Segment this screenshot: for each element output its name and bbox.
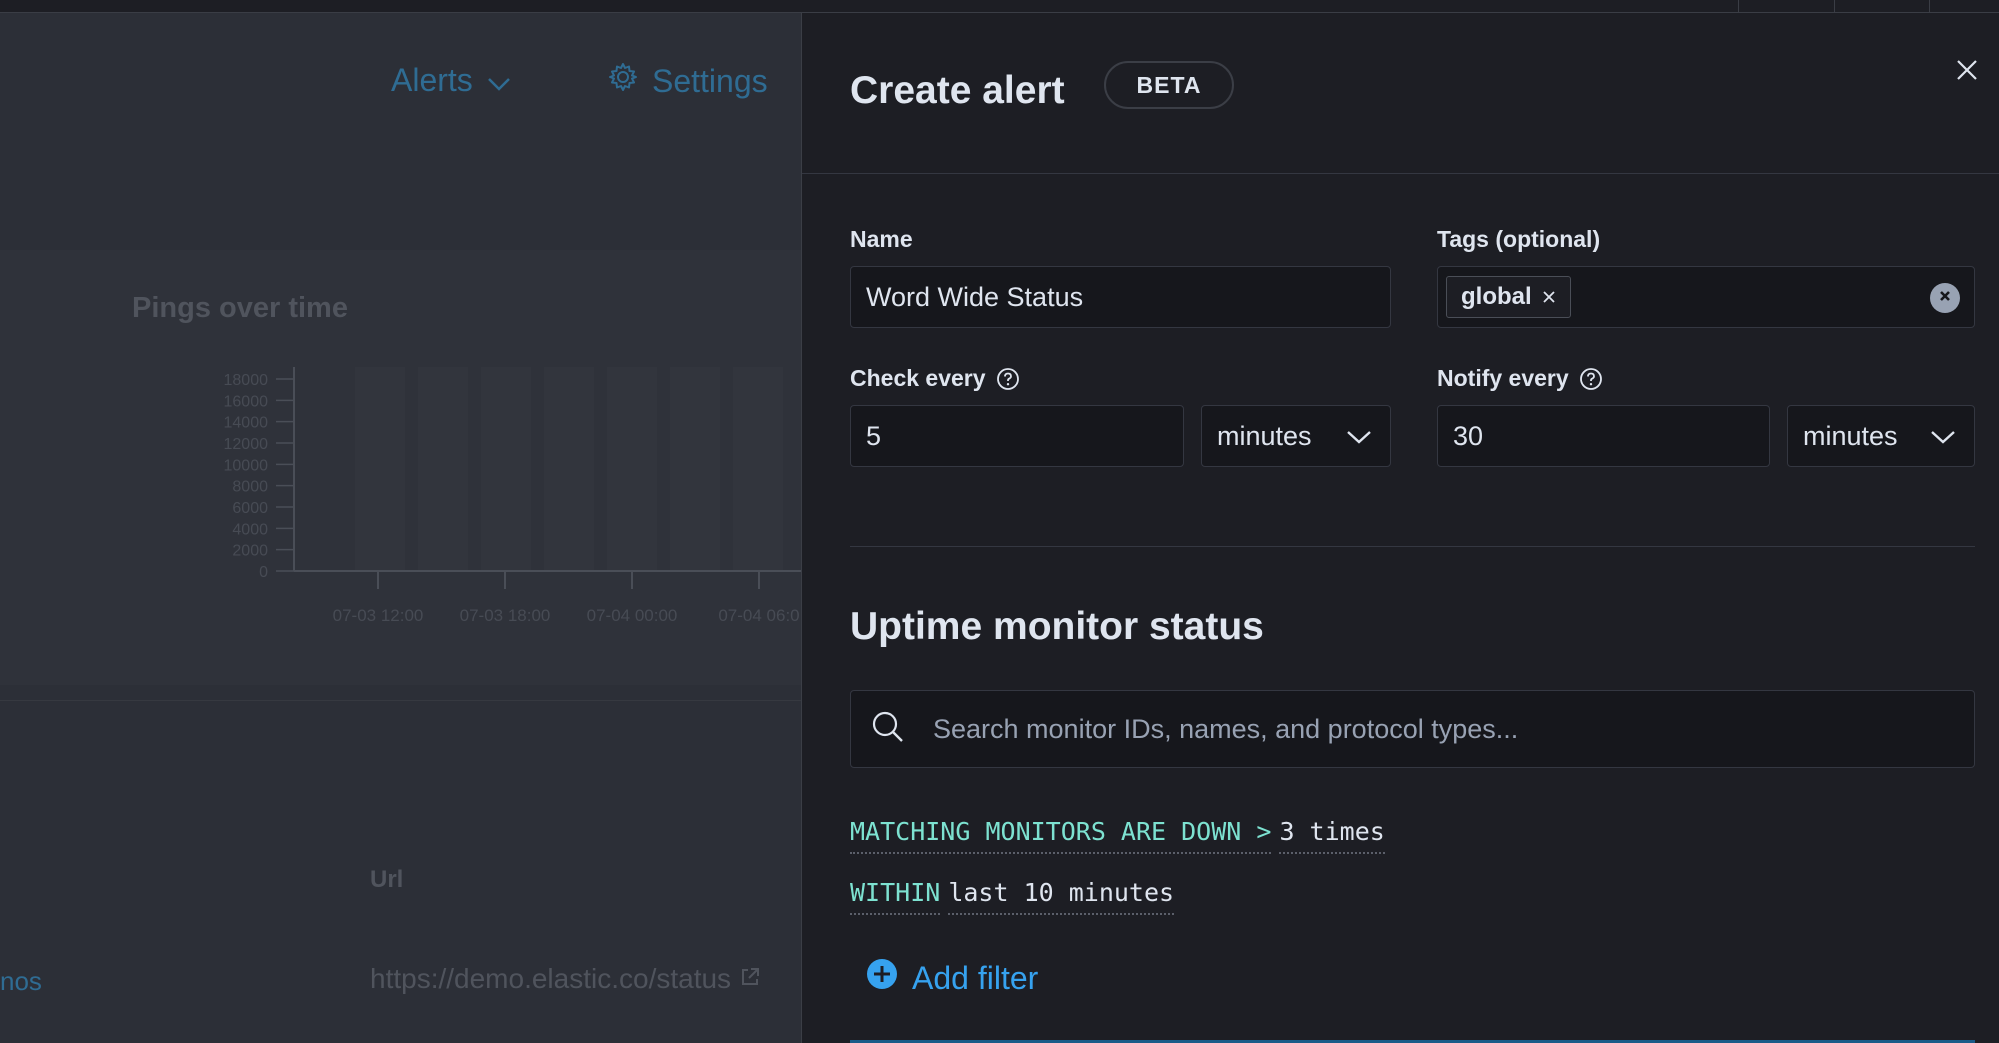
expression-value: 3 times bbox=[1279, 817, 1385, 854]
notify-every-label-text: Notify every bbox=[1437, 365, 1569, 391]
monitor-search-input[interactable] bbox=[931, 712, 1931, 746]
y-tick-label: 18000 bbox=[224, 372, 269, 389]
chart-title: Pings over time bbox=[132, 292, 348, 324]
top-bar bbox=[0, 0, 1999, 13]
create-alert-flyout: Create alert BETA Name Word Wide Status … bbox=[801, 13, 1999, 1043]
top-bar-separator bbox=[1929, 0, 1930, 13]
monitor-search-bar[interactable] bbox=[850, 690, 1975, 768]
check-every-input[interactable]: 5 bbox=[850, 405, 1184, 467]
expression-value: last 10 minutes bbox=[948, 878, 1175, 915]
add-filter-label: Add filter bbox=[912, 959, 1039, 996]
remove-tag-icon[interactable] bbox=[1542, 283, 1556, 311]
name-label-text: Name bbox=[850, 226, 913, 252]
y-tick-label: 12000 bbox=[224, 436, 269, 453]
tags-combobox[interactable]: global bbox=[1437, 266, 1975, 328]
x-tick-label: 07-04 06:0 bbox=[718, 606, 799, 625]
settings-link: Settings bbox=[608, 62, 768, 100]
chevron-down-icon bbox=[487, 62, 511, 99]
x-tick-label: 07-03 12:00 bbox=[333, 606, 424, 625]
name-input-value: Word Wide Status bbox=[866, 281, 1084, 312]
background-divider bbox=[0, 700, 801, 701]
close-icon bbox=[1955, 58, 1979, 87]
top-bar-separator bbox=[1738, 0, 1739, 13]
name-input[interactable]: Word Wide Status bbox=[850, 266, 1391, 328]
y-tick-label: 10000 bbox=[224, 457, 269, 474]
add-filter-button[interactable]: Add filter bbox=[866, 958, 1038, 998]
search-icon bbox=[871, 710, 905, 749]
table-header-url: Url bbox=[370, 866, 404, 893]
chevron-down-icon bbox=[1346, 421, 1372, 452]
check-every-unit-select[interactable]: minutes bbox=[1201, 405, 1391, 467]
x-tick-label: 07-04 00:00 bbox=[587, 606, 678, 625]
y-tick-label: 2000 bbox=[232, 543, 268, 560]
check-every-unit-value: minutes bbox=[1217, 420, 1312, 451]
notify-every-unit-select[interactable]: minutes bbox=[1787, 405, 1975, 467]
alerts-menu: Alerts bbox=[391, 62, 511, 99]
chart-bar bbox=[544, 367, 594, 571]
url-link-text: https://demo.elastic.co/status bbox=[370, 963, 732, 994]
y-tick-label: 16000 bbox=[224, 393, 269, 410]
table-cell-name: nos bbox=[0, 966, 42, 996]
x-tick-label: 07-03 18:00 bbox=[460, 606, 551, 625]
chart-bar bbox=[607, 367, 657, 571]
y-tick-label: 0 bbox=[259, 564, 268, 581]
settings-link-label: Settings bbox=[652, 62, 768, 99]
chart-bars bbox=[355, 367, 783, 571]
chart-y-axis: 18000 16000 14000 12000 10000 8000 6000 4000 200… bbox=[224, 367, 295, 581]
chart-bar bbox=[355, 367, 405, 571]
y-tick-label: 8000 bbox=[232, 479, 268, 496]
table-cell-url: https://demo.elastic.co/status bbox=[370, 963, 761, 995]
check-every-label-text: Check every bbox=[850, 365, 986, 391]
top-bar-separator bbox=[1834, 0, 1835, 13]
chart-bar bbox=[481, 367, 531, 571]
down-count-expression[interactable]: MATCHING MONITORS ARE DOWN > 3 times bbox=[850, 817, 1385, 854]
y-tick-label: 6000 bbox=[232, 500, 268, 517]
tag-pill-label: global bbox=[1461, 283, 1532, 310]
clear-icon bbox=[1938, 289, 1952, 308]
flyout-header: Create alert BETA bbox=[802, 13, 1999, 174]
expression-keyword: WITHIN bbox=[850, 878, 941, 915]
time-range-expression[interactable]: WITHIN last 10 minutes bbox=[850, 878, 1175, 915]
pings-chart: 18000 16000 14000 12000 10000 8000 6000 4000 200… bbox=[224, 367, 801, 625]
alerts-menu-label: Alerts bbox=[391, 62, 473, 98]
y-tick-label: 14000 bbox=[224, 415, 269, 432]
check-every-label: Check every bbox=[850, 365, 1020, 392]
check-every-value: 5 bbox=[866, 420, 882, 451]
clear-tags-button[interactable] bbox=[1930, 283, 1960, 313]
tags-label: Tags (optional) bbox=[1437, 226, 1600, 253]
notify-every-input[interactable]: 30 bbox=[1437, 405, 1770, 467]
name-label: Name bbox=[850, 226, 913, 253]
tags-label-text: Tags (optional) bbox=[1437, 226, 1601, 252]
help-icon[interactable] bbox=[996, 367, 1020, 391]
notify-every-value: 30 bbox=[1453, 420, 1484, 451]
chevron-down-icon bbox=[1930, 421, 1956, 452]
plus-circle-icon bbox=[866, 958, 898, 998]
beta-badge: BETA bbox=[1104, 61, 1234, 109]
section-divider bbox=[850, 546, 1975, 547]
external-link-icon bbox=[739, 963, 761, 995]
tag-pill: global bbox=[1446, 276, 1571, 318]
close-button[interactable] bbox=[1952, 57, 1982, 87]
chart-x-axis: 07-03 12:00 07-03 18:00 07-04 00:00 07-04 0… bbox=[294, 570, 801, 625]
notify-every-label: Notify every bbox=[1437, 365, 1603, 392]
help-icon[interactable] bbox=[1579, 367, 1603, 391]
chart-bar bbox=[418, 367, 468, 571]
flyout-title: Create alert bbox=[850, 69, 1065, 112]
y-tick-label: 4000 bbox=[232, 521, 268, 538]
section-title: Uptime monitor status bbox=[850, 605, 1264, 648]
notify-every-unit-value: minutes bbox=[1803, 420, 1898, 451]
expression-keyword: MATCHING MONITORS ARE DOWN > bbox=[850, 817, 1272, 854]
chart-bar bbox=[670, 367, 720, 571]
chart-bar bbox=[733, 367, 783, 571]
gear-icon bbox=[608, 62, 638, 100]
